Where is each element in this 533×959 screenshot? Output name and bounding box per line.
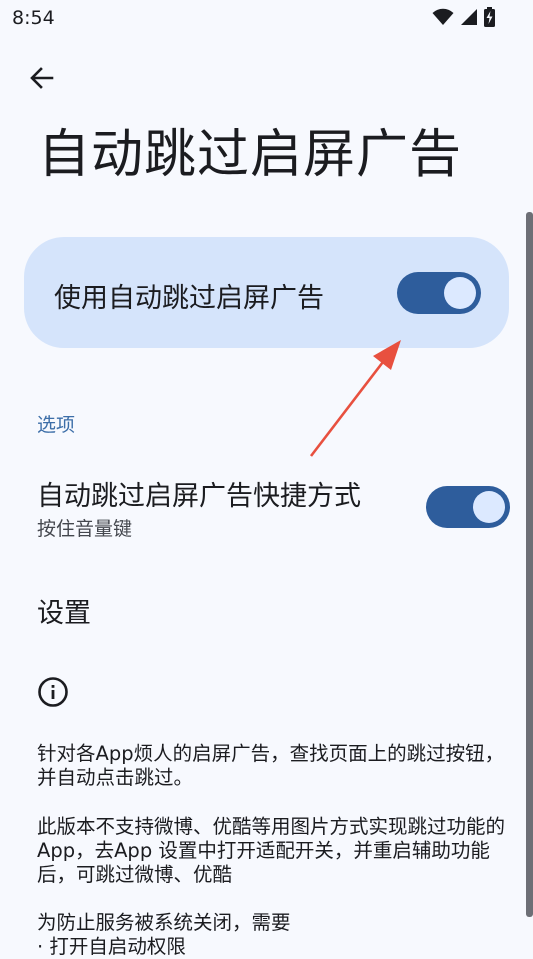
section-header-options: 选项 [37, 414, 76, 436]
info-requirement-autostart: · 打开自启动权限 [37, 935, 186, 958]
status-time: 8:54 [12, 7, 55, 29]
status-bar: 8:54 [0, 0, 533, 36]
toggle-thumb [473, 491, 505, 523]
arrow-left-icon [30, 67, 54, 89]
info-circle-icon [38, 677, 68, 707]
page-title: 自动跳过启屏广告 [38, 125, 463, 185]
info-requirements-intro: 为防止服务被系统关闭，需要 [37, 911, 291, 934]
back-button[interactable] [22, 58, 62, 98]
settings-row[interactable]: 设置 [0, 572, 533, 644]
info-text-description: 针对各App烦人的启屏广告，查找页面上的跳过按钮，并自动点击跳过。 [37, 742, 505, 789]
signal-icon [461, 9, 477, 25]
shortcut-preference-row[interactable]: 自动跳过启屏广告快捷方式 按住音量键 [0, 462, 533, 554]
scrollbar[interactable] [526, 212, 533, 917]
battery-charging-icon [484, 7, 495, 27]
main-switch-toggle[interactable] [397, 272, 481, 314]
shortcut-summary: 按住音量键 [37, 518, 133, 540]
shortcut-toggle[interactable] [426, 486, 510, 528]
main-switch-label: 使用自动跳过启屏广告 [54, 283, 324, 314]
status-icons [432, 7, 495, 27]
settings-label: 设置 [37, 598, 91, 629]
shortcut-title: 自动跳过启屏广告快捷方式 [37, 481, 361, 512]
info-text-limitation: 此版本不支持微博、优酷等用图片方式实现跳过功能的App，去App 设置中打开适配… [37, 815, 506, 886]
main-switch-card[interactable]: 使用自动跳过启屏广告 [24, 237, 509, 348]
wifi-icon [432, 8, 454, 25]
info-text-requirements: 为防止服务被系统关闭，需要 · 打开自启动权限 [37, 911, 507, 959]
toggle-thumb [444, 277, 476, 309]
